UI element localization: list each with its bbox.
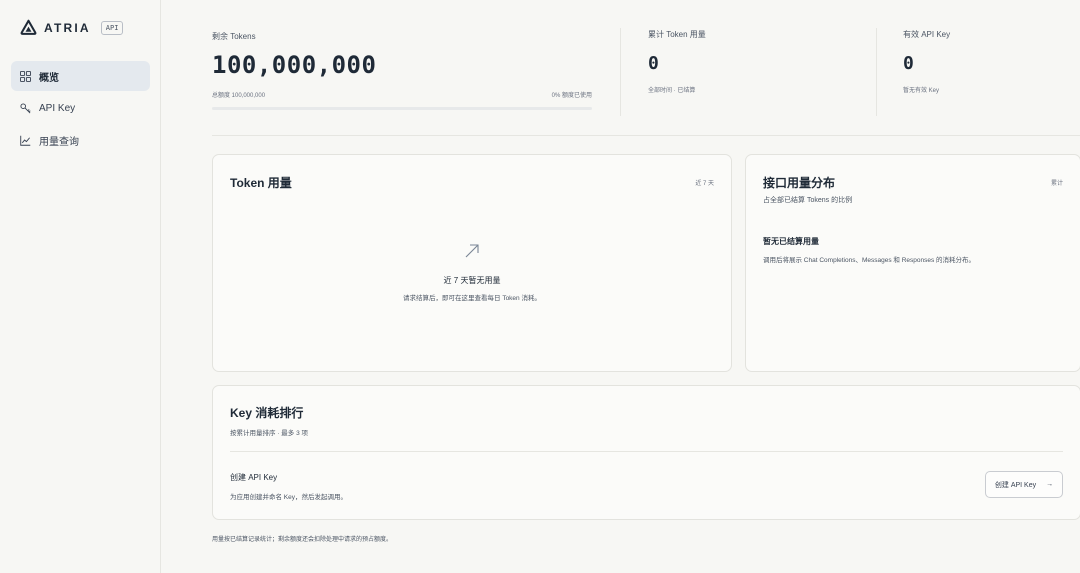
stat-label: 剩余 Tokens <box>212 32 256 41</box>
sidebar-item-api-key[interactable]: API Key <box>11 93 150 123</box>
create-key-title: 创建 API Key <box>230 473 278 482</box>
range-label: 累计 <box>1050 181 1063 187</box>
arrow-up-right-icon <box>465 244 479 258</box>
stat-divider <box>876 28 877 116</box>
sidebar-item-usage[interactable]: 用量查询 <box>11 125 150 155</box>
footer-note: 用量按已结算记录统计；剩余额度还会扣除处理中请求的预占额度。 <box>212 537 393 543</box>
stat-active-keys: 有效 API Key 0 暂无有效 Key <box>903 29 950 94</box>
api-badge: API <box>100 20 124 35</box>
sidebar: ATRIA API 概览 API Key 用量查询 <box>0 0 161 573</box>
sidebar-nav: 概览 API Key 用量查询 <box>11 61 150 157</box>
create-api-key-button-label: 创建 API Key <box>994 481 1037 489</box>
used-percent-label: 0% 额度已使用 <box>551 93 592 99</box>
create-key-desc: 为应用创建并命名 Key，然后发起调用。 <box>230 494 348 501</box>
brand-name: ATRIA <box>44 20 91 35</box>
stat-sub: 暂无有效 Key <box>903 88 940 94</box>
card-subtitle: 按累计用量排序 · 最多 3 项 <box>230 430 309 437</box>
card-title: Token 用量 <box>230 176 292 190</box>
stat-label: 累计 Token 用量 <box>648 30 706 39</box>
grid-icon <box>20 70 31 82</box>
quota-progress-bar <box>212 107 592 110</box>
sidebar-item-overview[interactable]: 概览 <box>11 61 150 91</box>
total-quota-label: 总额度 100,000,000 <box>212 93 266 99</box>
divider <box>230 451 1063 452</box>
empty-state: 近 7 天暂无用量 请求结算后，即可在这里查看每日 Token 消耗。 <box>213 243 731 302</box>
main-content: 剩余 Tokens 100,000,000 总额度 100,000,000 0%… <box>161 0 1080 573</box>
sidebar-item-label: API Key <box>39 102 76 114</box>
card-title: 接口用量分布 <box>763 176 836 190</box>
token-usage-card: Token 用量 近 7 天 近 7 天暂无用量 请求结算后，即可在这里查看每日… <box>212 154 732 372</box>
stat-value: 0 <box>903 53 914 74</box>
sidebar-item-label: 用量查询 <box>39 136 79 148</box>
empty-desc: 请求结算后，即可在这里查看每日 Token 消耗。 <box>403 295 541 302</box>
key-ranking-card: Key 消耗排行 按累计用量排序 · 最多 3 项 创建 API Key 为应用… <box>212 385 1080 520</box>
chart-line-icon <box>20 135 31 146</box>
stat-label: 有效 API Key <box>903 30 951 39</box>
stat-value: 100,000,000 <box>212 51 377 79</box>
empty-title: 近 7 天暂无用量 <box>443 276 501 285</box>
card-title: Key 消耗排行 <box>230 406 304 420</box>
stat-remaining-tokens: 剩余 Tokens 100,000,000 总额度 100,000,000 0%… <box>212 31 592 110</box>
stat-divider <box>620 28 621 116</box>
arrow-right-icon: → <box>1046 481 1054 488</box>
sidebar-item-label: 概览 <box>39 72 59 84</box>
stat-value: 0 <box>648 53 659 74</box>
create-api-key-button[interactable]: 创建 API Key → <box>985 471 1063 498</box>
brand[interactable]: ATRIA API <box>20 19 124 36</box>
range-label: 近 7 天 <box>695 181 714 187</box>
key-icon <box>20 102 31 113</box>
api-distribution-card: 接口用量分布 累计 占全部已结算 Tokens 的比例 暂无已结算用量 调用后将… <box>745 154 1080 372</box>
card-subtitle: 占全部已结算 Tokens 的比例 <box>763 197 853 204</box>
stat-cumulative-usage: 累计 Token 用量 0 全部时间 · 已结算 <box>648 29 706 94</box>
empty-title: 暂无已结算用量 <box>763 237 819 246</box>
stat-sub: 全部时间 · 已结算 <box>648 88 696 94</box>
atria-logo-icon <box>20 19 37 35</box>
empty-desc: 调用后将展示 Chat Completions、Messages 和 Respo… <box>763 257 976 264</box>
stats-bar: 剩余 Tokens 100,000,000 总额度 100,000,000 0%… <box>212 22 1080 136</box>
